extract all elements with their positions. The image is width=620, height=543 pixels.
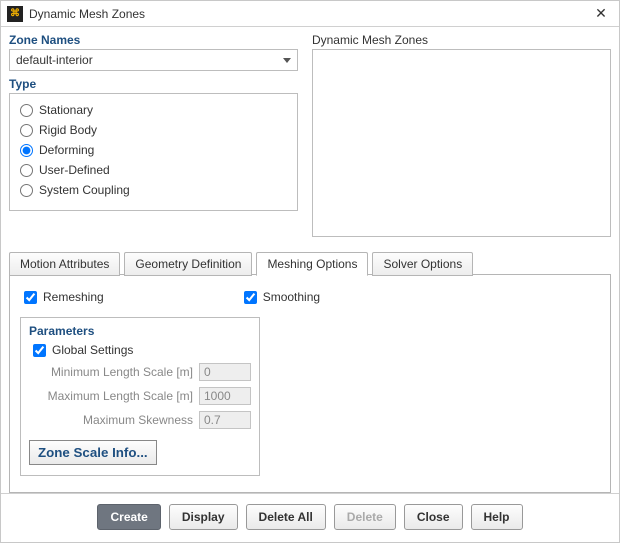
- content-area: Zone Names default-interior Type Station…: [1, 27, 619, 493]
- radio-user-defined[interactable]: User-Defined: [20, 160, 287, 180]
- radio-user-defined-input[interactable]: [20, 164, 33, 177]
- dynamic-mesh-zones-listbox[interactable]: [312, 49, 611, 237]
- tabpanel-meshing-options: Remeshing Smoothing Parameters Global Se…: [9, 274, 611, 493]
- zone-names-selected: default-interior: [16, 53, 93, 67]
- type-group: Stationary Rigid Body Deforming User-Def…: [9, 93, 298, 211]
- check-global-settings-label: Global Settings: [52, 343, 133, 357]
- create-button[interactable]: Create: [97, 504, 160, 530]
- radio-deforming[interactable]: Deforming: [20, 140, 287, 160]
- dynamic-mesh-zones-label: Dynamic Mesh Zones: [312, 33, 611, 47]
- close-icon[interactable]: ✕: [589, 2, 613, 26]
- radio-system-coupling-label: System Coupling: [39, 183, 130, 197]
- delete-button[interactable]: Delete: [334, 504, 396, 530]
- tab-geometry-definition[interactable]: Geometry Definition: [124, 252, 252, 276]
- chevron-down-icon: [283, 58, 291, 63]
- check-smoothing[interactable]: Smoothing: [244, 287, 320, 307]
- check-remeshing[interactable]: Remeshing: [24, 287, 104, 307]
- param-min-length-label: Minimum Length Scale [m]: [51, 365, 193, 379]
- zone-names-label: Zone Names: [9, 33, 298, 47]
- radio-user-defined-label: User-Defined: [39, 163, 110, 177]
- check-remeshing-label: Remeshing: [43, 290, 104, 304]
- zone-scale-info-button[interactable]: Zone Scale Info...: [29, 440, 157, 465]
- dynamic-mesh-zones-column: Dynamic Mesh Zones: [312, 33, 611, 237]
- window-title: Dynamic Mesh Zones: [29, 7, 589, 21]
- zone-names-dropdown[interactable]: default-interior: [9, 49, 298, 71]
- check-remeshing-input[interactable]: [24, 291, 37, 304]
- check-smoothing-label: Smoothing: [263, 290, 320, 304]
- param-max-length: Maximum Length Scale [m]: [29, 384, 251, 408]
- radio-stationary-label: Stationary: [39, 103, 93, 117]
- display-button[interactable]: Display: [169, 504, 238, 530]
- footer-buttons: Create Display Delete All Delete Close H…: [1, 493, 619, 542]
- param-min-length-input: [199, 363, 251, 381]
- radio-rigid-body-input[interactable]: [20, 124, 33, 137]
- check-global-settings-input[interactable]: [33, 344, 46, 357]
- radio-stationary[interactable]: Stationary: [20, 100, 287, 120]
- param-max-skewness: Maximum Skewness: [29, 408, 251, 432]
- top-row: Zone Names default-interior Type Station…: [9, 33, 611, 237]
- tab-solver-options[interactable]: Solver Options: [372, 252, 473, 276]
- close-button[interactable]: Close: [404, 504, 463, 530]
- parameters-title: Parameters: [29, 324, 251, 338]
- radio-system-coupling[interactable]: System Coupling: [20, 180, 287, 200]
- param-max-length-input: [199, 387, 251, 405]
- dialog-window: ⌘ Dynamic Mesh Zones ✕ Zone Names defaul…: [0, 0, 620, 543]
- tab-motion-attributes[interactable]: Motion Attributes: [9, 252, 120, 276]
- parameters-group: Parameters Global Settings Minimum Lengt…: [20, 317, 260, 476]
- help-button[interactable]: Help: [471, 504, 523, 530]
- titlebar: ⌘ Dynamic Mesh Zones ✕: [1, 1, 619, 27]
- param-max-length-label: Maximum Length Scale [m]: [48, 389, 193, 403]
- param-max-skewness-input: [199, 411, 251, 429]
- radio-rigid-body[interactable]: Rigid Body: [20, 120, 287, 140]
- app-icon: ⌘: [7, 6, 23, 22]
- tab-meshing-options[interactable]: Meshing Options: [256, 252, 368, 276]
- meshing-checks-row: Remeshing Smoothing: [20, 287, 600, 307]
- radio-deforming-label: Deforming: [39, 143, 94, 157]
- radio-deforming-input[interactable]: [20, 144, 33, 157]
- type-label: Type: [9, 77, 298, 91]
- param-min-length: Minimum Length Scale [m]: [29, 360, 251, 384]
- radio-stationary-input[interactable]: [20, 104, 33, 117]
- radio-rigid-body-label: Rigid Body: [39, 123, 97, 137]
- check-smoothing-input[interactable]: [244, 291, 257, 304]
- radio-system-coupling-input[interactable]: [20, 184, 33, 197]
- check-global-settings[interactable]: Global Settings: [33, 340, 251, 360]
- delete-all-button[interactable]: Delete All: [246, 504, 326, 530]
- param-max-skewness-label: Maximum Skewness: [83, 413, 193, 427]
- zone-names-column: Zone Names default-interior Type Station…: [9, 33, 298, 237]
- tabstrip: Motion Attributes Geometry Definition Me…: [9, 251, 611, 275]
